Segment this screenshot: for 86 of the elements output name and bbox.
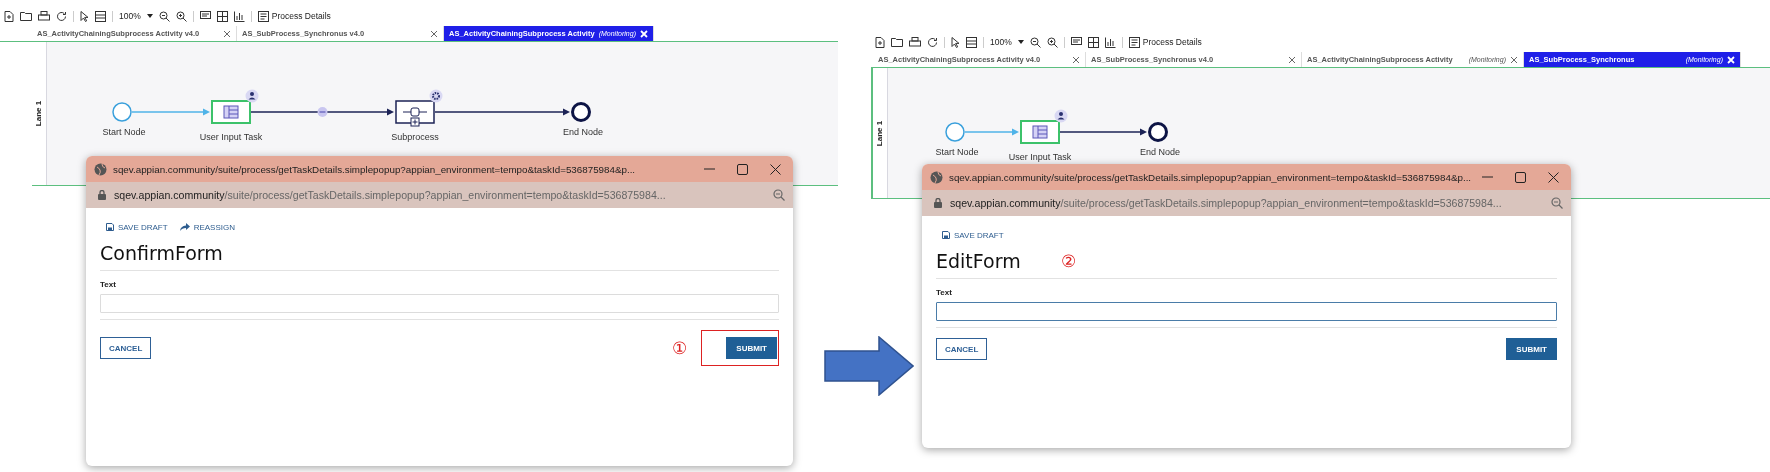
form-heading: ConfirmForm xyxy=(100,242,223,264)
connector-arrow xyxy=(964,128,1019,136)
bar-chart-icon[interactable] xyxy=(1104,36,1116,48)
zoom-dropdown[interactable]: 100% xyxy=(990,37,1012,47)
start-node xyxy=(945,122,965,142)
subprocess-node xyxy=(395,100,435,127)
table-icon[interactable] xyxy=(1087,36,1099,48)
node-label: Start Node xyxy=(935,147,979,157)
search-icon[interactable] xyxy=(1551,197,1563,209)
close-icon[interactable] xyxy=(1288,55,1296,64)
pointer-icon[interactable] xyxy=(951,36,960,48)
refresh-icon[interactable] xyxy=(56,10,67,22)
submit-button[interactable]: SUBMIT xyxy=(1506,338,1557,360)
cancel-button[interactable]: CANCEL xyxy=(936,338,988,360)
document-icon xyxy=(257,10,269,22)
comment-icon[interactable] xyxy=(199,11,211,21)
close-icon[interactable] xyxy=(1072,55,1080,64)
node-label: User Input Task xyxy=(199,132,263,142)
caret-icon[interactable] xyxy=(146,14,153,18)
globe-icon xyxy=(94,162,107,176)
pointer-icon[interactable] xyxy=(80,10,89,22)
zoom-in-icon[interactable] xyxy=(175,10,187,22)
field-label: Text xyxy=(936,288,953,297)
close-icon[interactable] xyxy=(223,29,231,38)
end-node xyxy=(571,102,591,122)
person-icon xyxy=(245,89,259,103)
end-node xyxy=(1148,122,1168,142)
form-heading: EditForm xyxy=(936,250,1021,272)
share-arrow-icon xyxy=(179,223,190,231)
user-input-task-node xyxy=(211,100,251,124)
cancel-button[interactable]: CANCEL xyxy=(100,337,152,359)
url-text: sqev.appian.community/suite/process/getTaskDetails.simplepopup?appian_environment=tempo&taskId=536875984... xyxy=(114,189,667,201)
refresh-icon[interactable] xyxy=(927,36,938,48)
maximize-icon[interactable] xyxy=(1515,171,1526,183)
gear-icon xyxy=(429,89,443,103)
print-icon[interactable] xyxy=(909,36,921,48)
start-node xyxy=(112,102,132,122)
window-title: sqev.appian.community/suite/process/getTaskDetails.simplepopup?appian_environment=tempo&taskId=536875984&p... xyxy=(949,171,1473,183)
lock-icon xyxy=(98,190,106,200)
zoom-out-icon[interactable] xyxy=(158,10,170,22)
field-label: Text xyxy=(100,280,117,289)
lock-icon xyxy=(934,198,942,208)
process-details-button[interactable]: Process Details xyxy=(257,10,331,22)
text-field[interactable] xyxy=(936,302,1557,321)
window-title: sqev.appian.community/suite/process/getTaskDetails.simplepopup?appian_environment=tempo&taskId=536875984&p... xyxy=(113,163,637,175)
node-label: User Input Task xyxy=(1008,152,1072,162)
step-number: ② xyxy=(1060,250,1076,272)
close-icon[interactable] xyxy=(770,163,781,175)
person-icon xyxy=(1054,109,1068,123)
node-label: End Node xyxy=(563,127,603,137)
zoom-in-icon[interactable] xyxy=(1046,36,1058,48)
folder-icon[interactable] xyxy=(891,37,903,47)
step-number: ① xyxy=(672,337,688,359)
new-file-icon[interactable] xyxy=(875,36,885,48)
save-draft-link[interactable]: SAVE DRAFT xyxy=(942,228,1004,242)
node-label: Start Node xyxy=(102,127,146,137)
node-label: Subprocess xyxy=(391,132,439,142)
close-icon[interactable] xyxy=(430,29,438,38)
close-icon[interactable] xyxy=(1510,55,1518,64)
search-icon[interactable] xyxy=(773,189,785,201)
save-draft-link[interactable]: SAVE DRAFT xyxy=(106,220,168,234)
folder-icon[interactable] xyxy=(20,11,32,21)
grid-icon[interactable] xyxy=(966,36,977,48)
url-text: sqev.appian.community/suite/process/getTaskDetails.simplepopup?appian_environment=tempo&taskId=536875984... xyxy=(950,197,1503,209)
address-bar[interactable]: sqev.appian.community/suite/process/getTaskDetails.simplepopup?appian_environment=tempo&taskId=536875984... xyxy=(922,190,1571,216)
grid-icon[interactable] xyxy=(95,10,106,22)
close-icon[interactable] xyxy=(1548,171,1559,183)
zoom-dropdown[interactable]: 100% xyxy=(119,11,141,21)
submit-button[interactable]: SUBMIT xyxy=(726,337,777,359)
globe-icon xyxy=(930,170,943,184)
lane-header: Lane 1 xyxy=(873,68,888,198)
document-icon xyxy=(1128,36,1140,48)
user-input-task-node xyxy=(1020,120,1060,144)
zoom-out-icon[interactable] xyxy=(1029,36,1041,48)
print-icon[interactable] xyxy=(38,10,50,22)
node-label: End Node xyxy=(1140,147,1180,157)
lane-header: Lane 1 xyxy=(32,42,47,185)
table-icon[interactable] xyxy=(216,10,228,22)
bar-chart-icon[interactable] xyxy=(233,10,245,22)
new-file-icon[interactable] xyxy=(4,10,14,22)
comment-icon[interactable] xyxy=(1070,37,1082,47)
address-bar[interactable]: sqev.appian.community/suite/process/getTaskDetails.simplepopup?appian_environment=tempo&taskId=536875984... xyxy=(86,182,793,208)
caret-icon[interactable] xyxy=(1017,40,1024,44)
process-details-button[interactable]: Process Details xyxy=(1128,36,1202,48)
maximize-icon[interactable] xyxy=(737,163,748,175)
reassign-link[interactable]: REASSIGN xyxy=(179,220,235,234)
